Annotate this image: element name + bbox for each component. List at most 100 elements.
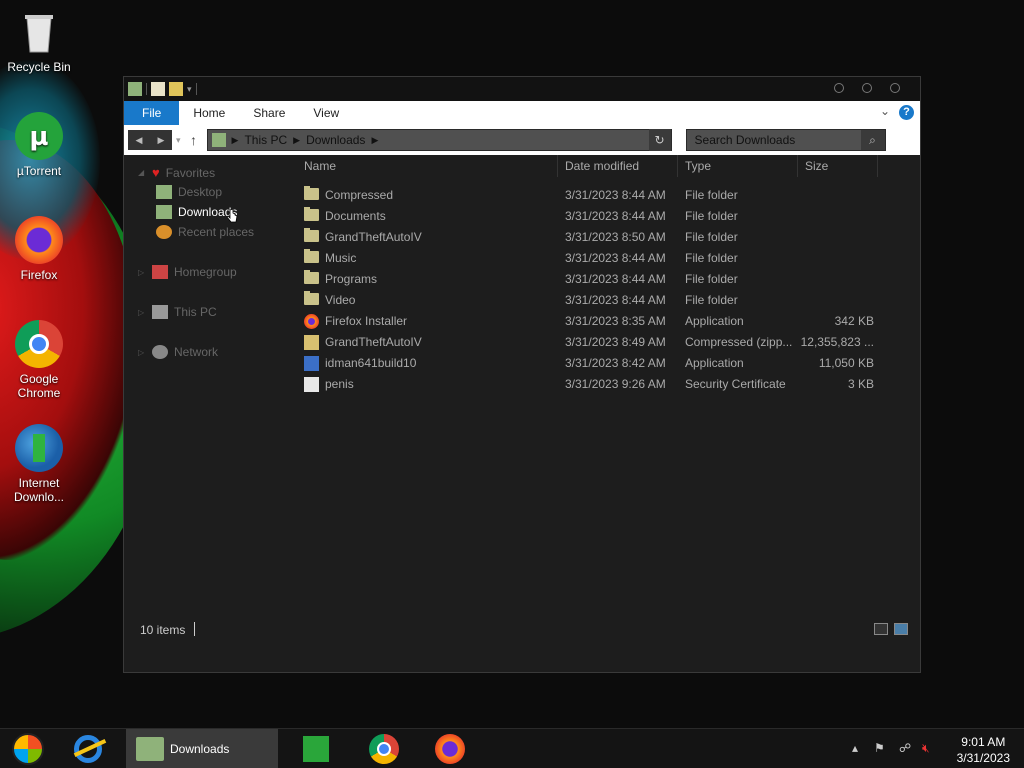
- taskbar-internet-explorer[interactable]: [68, 729, 108, 768]
- expand-caret-icon[interactable]: ▷: [138, 268, 146, 277]
- nav-homegroup[interactable]: ▷ Homegroup: [138, 265, 237, 279]
- taskbar-chrome[interactable]: [364, 729, 404, 768]
- large-icons-view-icon[interactable]: [894, 623, 908, 635]
- desktop-icon-idm[interactable]: Internet Downlo...: [4, 424, 74, 504]
- file-type: Security Certificate: [685, 377, 786, 391]
- network-icon: [152, 345, 168, 359]
- file-name: idman641build10: [325, 356, 417, 370]
- file-row[interactable]: GrandTheftAutoIV 3/31/2023 8:50 AM File fo…: [304, 227, 874, 248]
- column-header-name[interactable]: Name: [304, 159, 336, 173]
- nav-network[interactable]: ▷ Network: [138, 345, 218, 359]
- help-icon[interactable]: ?: [899, 105, 914, 120]
- file-type: File folder: [685, 230, 738, 244]
- collapse-caret-icon[interactable]: ◢: [138, 168, 146, 177]
- file-row[interactable]: GrandTheftAutoIV 3/31/2023 8:49 AM Compres…: [304, 332, 874, 353]
- certificate-icon: [304, 377, 319, 392]
- minimize-button[interactable]: [834, 83, 844, 93]
- clock-time: 9:01 AM: [961, 735, 1006, 749]
- file-date: 3/31/2023 8:44 AM: [565, 188, 666, 202]
- close-button[interactable]: [890, 83, 900, 93]
- file-name: Music: [325, 251, 357, 265]
- system-clock[interactable]: 9:01 AM 3/31/2023: [957, 734, 1010, 766]
- back-button[interactable]: ◀: [128, 130, 150, 150]
- file-name: GrandTheftAutoIV: [325, 335, 422, 349]
- file-type: File folder: [685, 209, 738, 223]
- nav-desktop[interactable]: Desktop: [156, 185, 222, 199]
- nav-favorites[interactable]: ◢ ♥ Favorites: [138, 165, 215, 180]
- forward-button[interactable]: ▶: [150, 130, 172, 150]
- refresh-icon[interactable]: ↻: [648, 129, 671, 151]
- tab-file[interactable]: File: [124, 101, 180, 125]
- new-folder-icon[interactable]: [169, 82, 183, 96]
- tab-view[interactable]: View: [299, 101, 353, 125]
- details-view-icon[interactable]: [874, 623, 888, 635]
- breadcrumb-separator-icon[interactable]: ▶: [293, 135, 300, 146]
- utorrent-icon: µ: [15, 112, 63, 160]
- customize-qa-chevron-icon[interactable]: ▾: [187, 84, 192, 95]
- desktop-icon: [156, 185, 172, 199]
- file-row[interactable]: Programs 3/31/2023 8:44 AM File folder: [304, 269, 874, 290]
- recycle-bin-icon: [15, 8, 63, 56]
- file-name: Documents: [325, 209, 386, 223]
- file-row[interactable]: Documents 3/31/2023 8:44 AM File folder: [304, 206, 874, 227]
- desktop-icon-label: Internet Downlo...: [13, 476, 65, 504]
- volume-muted-icon[interactable]: 🔇︎: [922, 741, 930, 756]
- breadcrumb-this-pc[interactable]: This PC: [244, 133, 287, 147]
- desktop-icon-utorrent[interactable]: µ µTorrent: [4, 112, 74, 178]
- expand-ribbon-chevron-icon[interactable]: ⌄: [880, 104, 890, 118]
- start-button[interactable]: [8, 729, 48, 768]
- file-row[interactable]: penis 3/31/2023 9:26 AM Security Certifica…: [304, 374, 874, 395]
- nav-this-pc[interactable]: ▷ This PC: [138, 305, 217, 319]
- tab-share[interactable]: Share: [239, 101, 299, 125]
- action-center-flag-icon[interactable]: ⚑: [874, 741, 885, 755]
- desktop-icon-recycle-bin[interactable]: Recycle Bin: [4, 8, 74, 74]
- navigation-pane: ◢ ♥ Favorites Desktop Downloads Recent p…: [124, 155, 294, 645]
- file-name: Video: [325, 293, 356, 307]
- taskbar-downloads[interactable]: Downloads: [126, 729, 278, 768]
- file-row[interactable]: Video 3/31/2023 8:44 AM File folder: [304, 290, 874, 311]
- column-headers: Name Date modified Type Size: [299, 155, 919, 177]
- taskbar-store[interactable]: [296, 729, 336, 768]
- svg-text:µ: µ: [29, 122, 48, 152]
- column-header-size[interactable]: Size: [805, 159, 828, 173]
- folder-location-icon: [211, 133, 226, 147]
- breadcrumb-downloads[interactable]: Downloads: [306, 133, 365, 147]
- column-header-date[interactable]: Date modified: [565, 159, 639, 173]
- file-date: 3/31/2023 8:44 AM: [565, 251, 666, 265]
- network-tray-icon[interactable]: ☍: [899, 741, 911, 755]
- recent-locations-chevron-icon[interactable]: ▾: [176, 135, 181, 146]
- file-type: File folder: [685, 293, 738, 307]
- tab-home[interactable]: Home: [179, 101, 239, 125]
- desktop-icon-chrome[interactable]: Google Chrome: [4, 320, 74, 400]
- desktop-icon-label: Firefox: [20, 268, 58, 282]
- title-bar[interactable]: ▾: [124, 77, 920, 101]
- search-input[interactable]: Search Downloads ⌕: [685, 129, 886, 151]
- maximize-button[interactable]: [862, 83, 872, 93]
- application-icon: [304, 356, 319, 371]
- show-hidden-icons-icon[interactable]: ▴: [852, 741, 858, 755]
- clock-date: 3/31/2023: [956, 751, 1010, 765]
- search-icon[interactable]: ⌕: [860, 130, 885, 150]
- file-row[interactable]: Music 3/31/2023 8:44 AM File folder: [304, 248, 874, 269]
- firefox-icon: [15, 216, 63, 264]
- address-bar[interactable]: ▶ This PC ▶ Downloads ▶ ↻: [206, 129, 672, 151]
- file-size: 11,050 KB: [818, 356, 874, 370]
- breadcrumb-separator-icon[interactable]: ▶: [371, 135, 378, 146]
- desktop-icon-firefox[interactable]: Firefox: [4, 216, 74, 282]
- breadcrumb-separator-icon[interactable]: ▶: [232, 135, 239, 146]
- file-type: File folder: [685, 188, 738, 202]
- column-header-type[interactable]: Type: [685, 159, 711, 173]
- up-arrow-icon[interactable]: ↑: [185, 132, 203, 148]
- file-row[interactable]: idman641build10 3/31/2023 8:42 AM Applicat…: [304, 353, 874, 374]
- taskbar-firefox[interactable]: [430, 729, 470, 768]
- downloads-icon: [156, 205, 172, 219]
- folder-icon: [304, 207, 319, 221]
- expand-caret-icon[interactable]: ▷: [138, 308, 146, 317]
- file-row[interactable]: Firefox Installer 3/31/2023 8:35 AM Applic…: [304, 311, 874, 332]
- content-area: ◢ ♥ Favorites Desktop Downloads Recent p…: [124, 155, 920, 645]
- nav-recent-places[interactable]: Recent places: [156, 225, 254, 239]
- folder-icon: [304, 228, 319, 242]
- expand-caret-icon[interactable]: ▷: [138, 348, 146, 357]
- file-row[interactable]: Compressed 3/31/2023 8:44 AM File folder: [304, 185, 874, 206]
- properties-icon[interactable]: [151, 82, 165, 96]
